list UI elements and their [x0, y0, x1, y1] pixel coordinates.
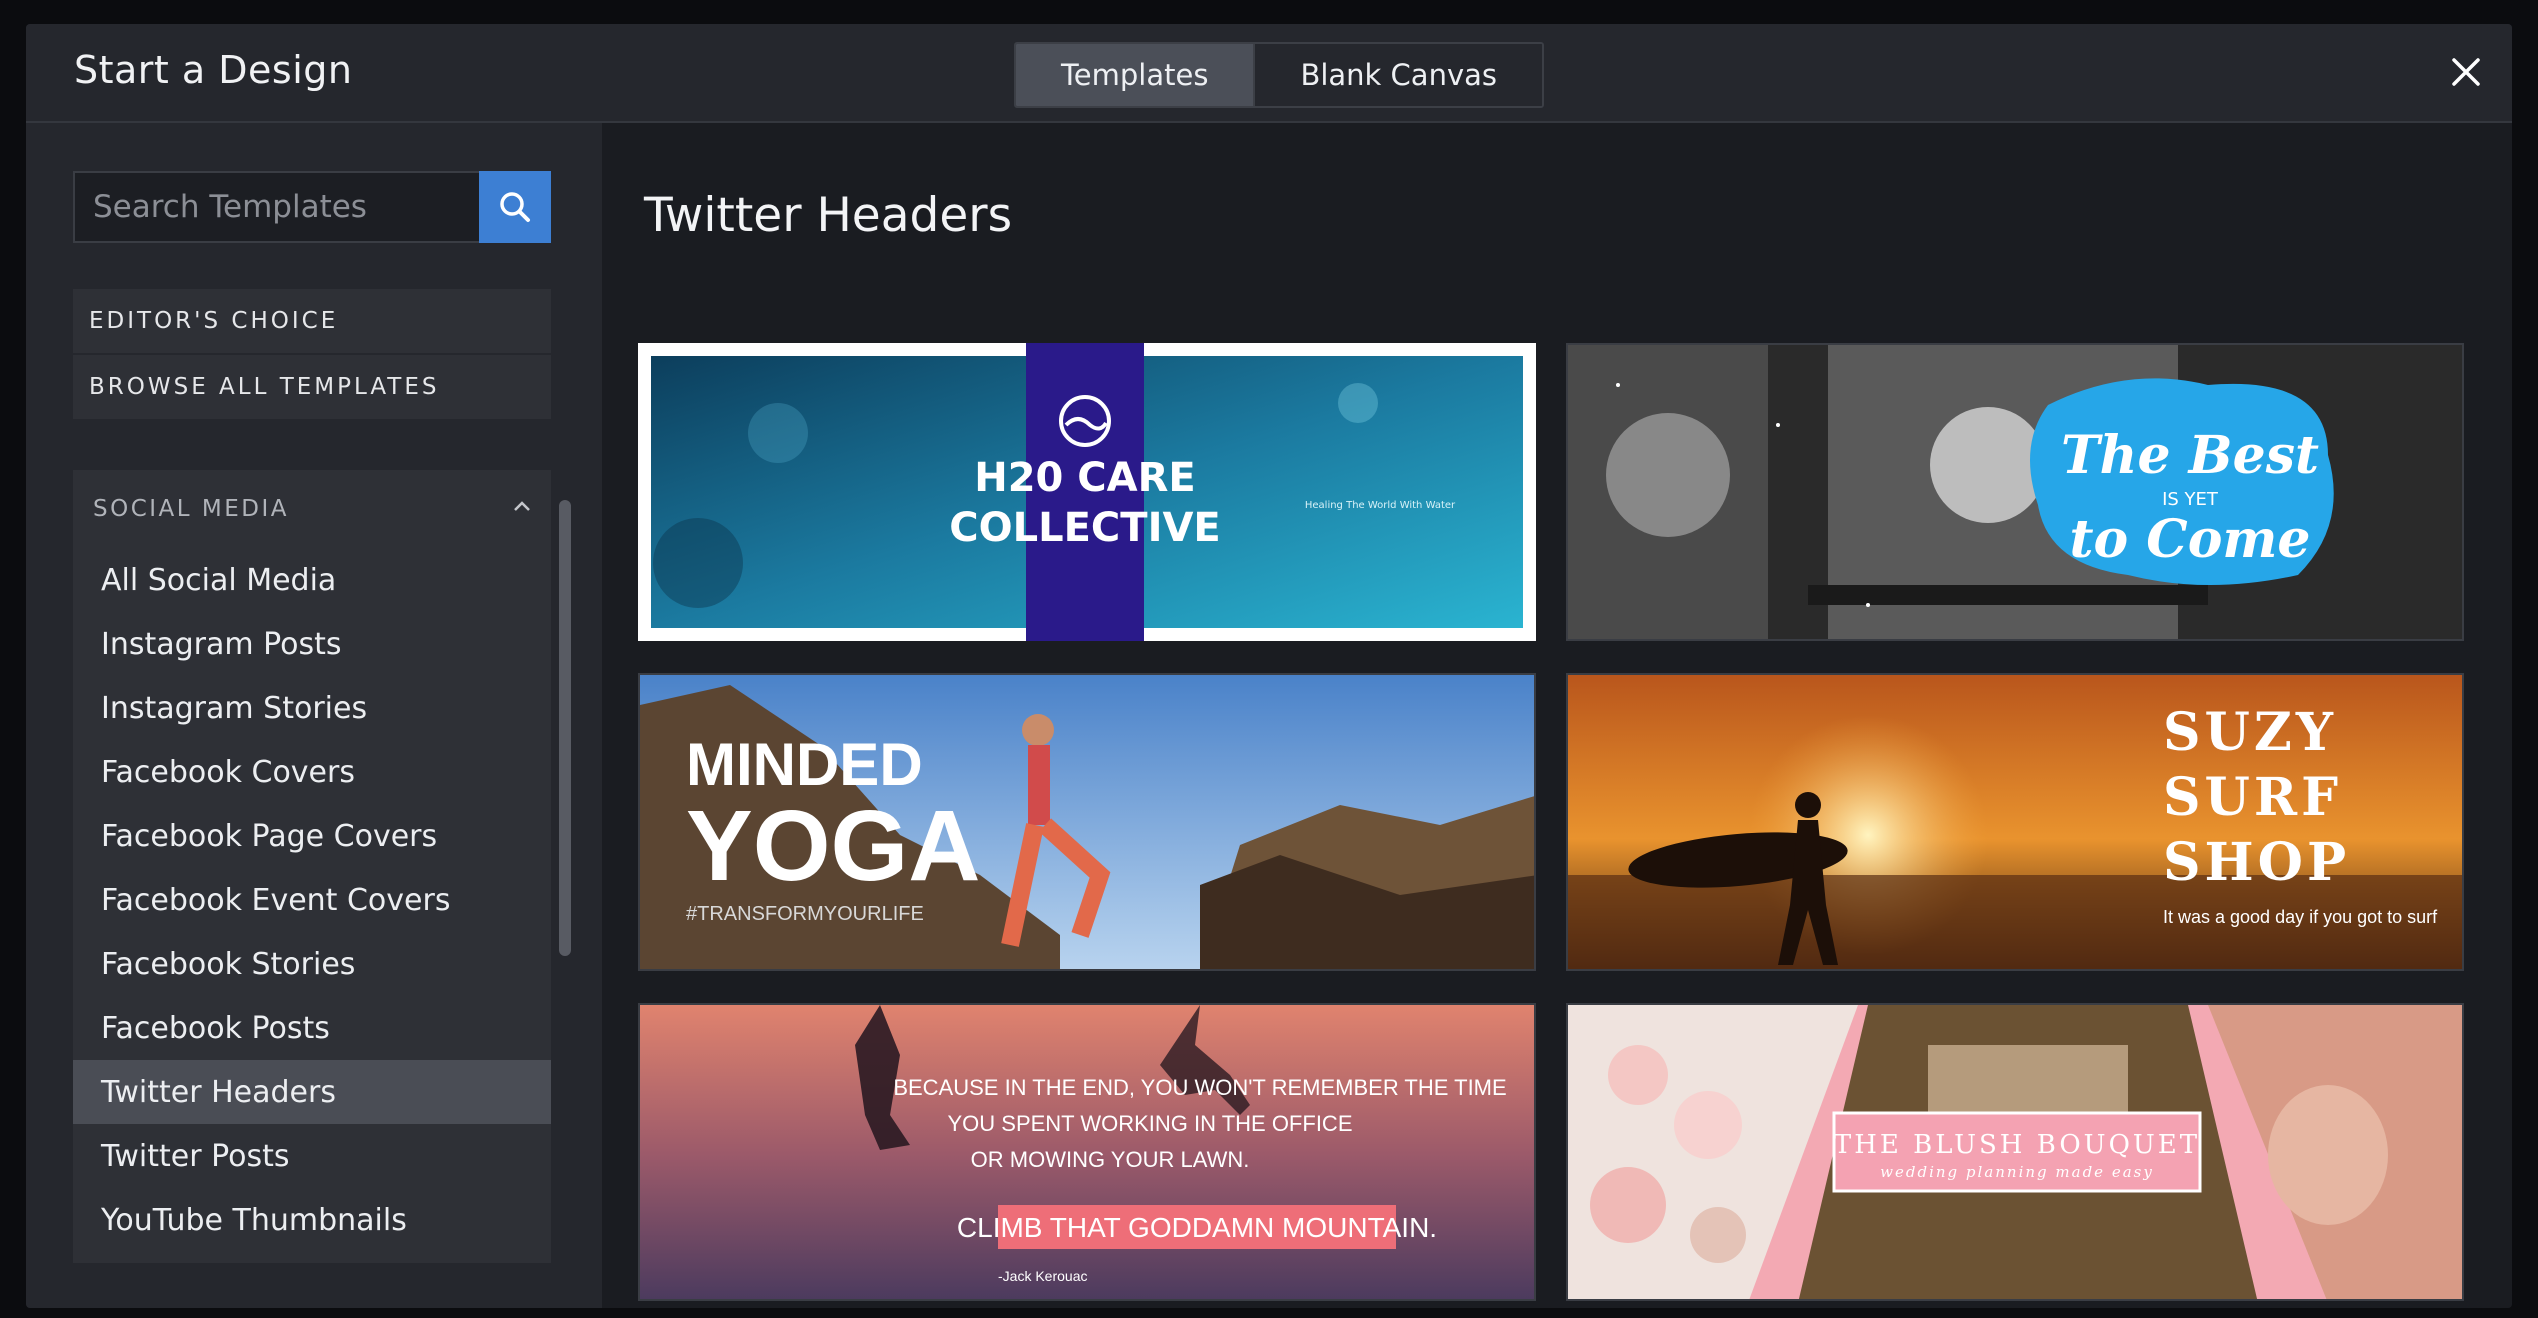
- h20-line2: COLLECTIVE: [949, 505, 1220, 551]
- yoga-tagline: #TRANSFORMYOURLIFE: [686, 903, 924, 925]
- gallery-title: Twitter Headers: [644, 188, 1013, 243]
- h20-line1: H20 CARE: [974, 455, 1196, 501]
- blush-tagline: wedding planning made easy: [1880, 1163, 2154, 1181]
- sidebar-item-facebook-page-covers[interactable]: Facebook Page Covers: [73, 804, 551, 868]
- template-card-h20[interactable]: H20 CARE COLLECTIVE Healing The World Wi…: [638, 343, 1536, 641]
- search-input[interactable]: [73, 171, 479, 243]
- tab-blank-canvas[interactable]: Blank Canvas: [1253, 44, 1542, 106]
- close-icon[interactable]: [2446, 52, 2486, 92]
- sidebar-item-instagram-posts[interactable]: Instagram Posts: [73, 612, 551, 676]
- sidebar-item-youtube-thumbnails[interactable]: YouTube Thumbnails: [73, 1188, 551, 1252]
- editors-choice-link[interactable]: EDITOR'S CHOICE: [73, 289, 551, 353]
- sidebar-item-twitter-headers[interactable]: Twitter Headers: [73, 1060, 551, 1124]
- h20-tagline: Healing The World With Water: [1305, 500, 1456, 511]
- search-button[interactable]: [479, 171, 551, 243]
- surf-line1: SUZY: [2163, 702, 2337, 763]
- sidebar-item-twitter-posts[interactable]: Twitter Posts: [73, 1124, 551, 1188]
- quote-line2: YOU SPENT WORKING IN THE OFFICE: [947, 1111, 1352, 1136]
- template-search: [73, 171, 551, 243]
- template-gallery: Twitter Headers H20 CARE COLLECTIVE Heal…: [604, 123, 2512, 1308]
- start-design-modal: Start a Design Templates Blank Canvas ED…: [26, 24, 2512, 1308]
- modal-header: Start a Design Templates Blank Canvas: [26, 24, 2512, 123]
- sidebar-item-all-social-media[interactable]: All Social Media: [73, 548, 551, 612]
- tab-templates[interactable]: Templates: [1016, 44, 1254, 106]
- sidebar-item-instagram-stories[interactable]: Instagram Stories: [73, 676, 551, 740]
- blush-title: THE BLUSH BOUQUET: [1834, 1130, 2200, 1160]
- quote-highlight: CLIMB THAT GODDAMN MOUNTAIN.: [957, 1212, 1437, 1243]
- surf-line2: SURF: [2163, 767, 2342, 828]
- browse-all-templates-link[interactable]: BROWSE ALL TEMPLATES: [73, 355, 551, 419]
- surf-line3: SHOP: [2163, 832, 2350, 893]
- mode-toggle: Templates Blank Canvas: [1014, 42, 1544, 108]
- modal-title: Start a Design: [74, 48, 353, 92]
- quote-line3: OR MOWING YOUR LAWN.: [971, 1147, 1250, 1172]
- quote-line1: BECAUSE IN THE END, YOU WON'T REMEMBER T…: [893, 1075, 1506, 1100]
- chevron-up-icon[interactable]: [513, 500, 531, 512]
- sidebar-item-facebook-posts[interactable]: Facebook Posts: [73, 996, 551, 1060]
- best-line3: to Come: [2070, 509, 2311, 570]
- template-card-blush-bouquet[interactable]: THE BLUSH BOUQUET wedding planning made …: [1566, 1003, 2464, 1301]
- template-card-suzy-surf-shop[interactable]: SUZY SURF SHOP It was a good day if you …: [1566, 673, 2464, 971]
- sidebar-scrollbar[interactable]: [559, 500, 571, 956]
- surf-tagline: It was a good day if you got to surf: [2163, 907, 2438, 927]
- sidebar-item-facebook-covers[interactable]: Facebook Covers: [73, 740, 551, 804]
- section-title: SOCIAL MEDIA: [93, 496, 290, 522]
- sidebar: EDITOR'S CHOICE BROWSE ALL TEMPLATES SOC…: [26, 123, 602, 1308]
- best-line2: IS YET: [2162, 489, 2219, 510]
- best-line1: The Best: [2061, 425, 2319, 486]
- sidebar-item-facebook-event-covers[interactable]: Facebook Event Covers: [73, 868, 551, 932]
- template-card-minded-yoga[interactable]: MINDED YOGA #TRANSFORMYOURLIFE: [638, 673, 1536, 971]
- top-links: EDITOR'S CHOICE BROWSE ALL TEMPLATES: [73, 289, 551, 421]
- template-card-climb-quote[interactable]: BECAUSE IN THE END, YOU WON'T REMEMBER T…: [638, 1003, 1536, 1301]
- quote-author: -Jack Kerouac: [998, 1268, 1087, 1284]
- template-card-best-is-yet[interactable]: The Best IS YET to Come: [1566, 343, 2464, 641]
- search-icon: [500, 192, 530, 222]
- sidebar-item-facebook-stories[interactable]: Facebook Stories: [73, 932, 551, 996]
- yoga-line2: YOGA: [686, 790, 980, 902]
- section-header[interactable]: SOCIAL MEDIA: [73, 470, 551, 548]
- yoga-line1: MINDED: [686, 731, 923, 798]
- social-media-section: SOCIAL MEDIA All Social Media Instagram …: [73, 470, 551, 1263]
